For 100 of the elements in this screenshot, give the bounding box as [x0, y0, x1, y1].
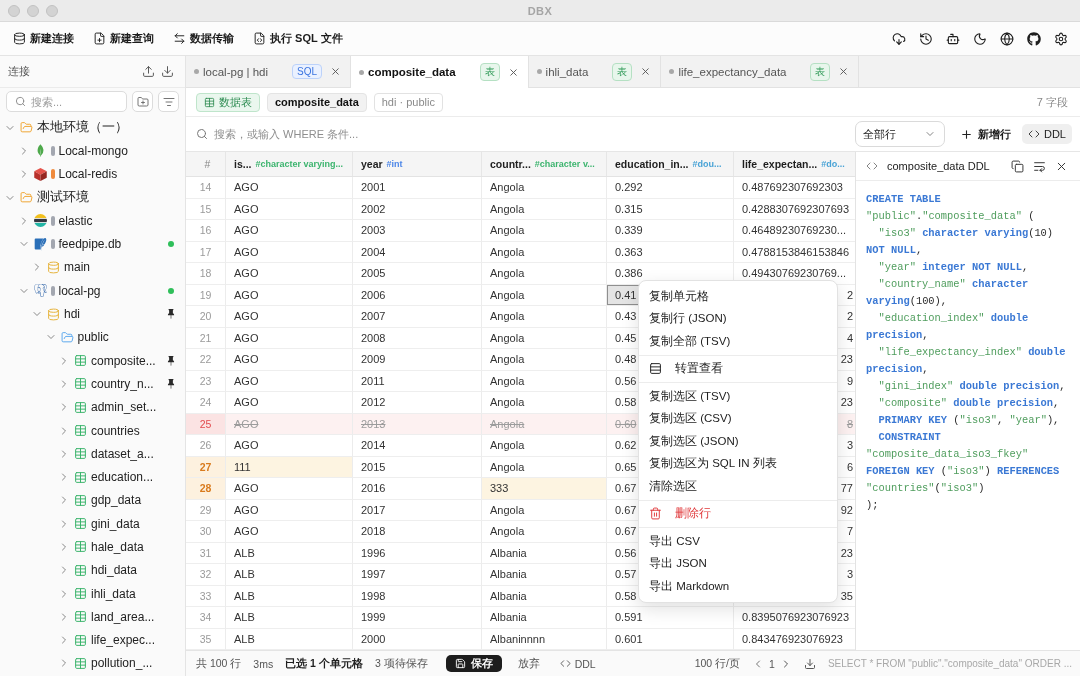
row-count: 共 100 行: [196, 656, 242, 671]
table-cell: Angola: [482, 177, 607, 199]
tree-item[interactable]: life_expec...: [0, 628, 185, 652]
striped-disc-icon: [33, 214, 47, 228]
table-cell: ALB: [226, 542, 353, 564]
toolbar-button[interactable]: 数据传输: [167, 26, 240, 51]
code-line: "gini_index" double precision,: [877, 379, 1067, 394]
tree-item[interactable]: hale_data: [0, 535, 185, 559]
tree-item[interactable]: gini_data: [0, 512, 185, 536]
table-cell: 2017: [353, 499, 482, 521]
row-number: 28: [186, 478, 226, 500]
tree-item[interactable]: land_area...: [0, 605, 185, 629]
close-icon[interactable]: [838, 66, 850, 77]
database-icon: [13, 32, 26, 45]
tab[interactable]: ihli_data 表: [528, 56, 662, 87]
upload-icon[interactable]: [142, 65, 155, 78]
download-icon[interactable]: [161, 65, 174, 78]
download-icon[interactable]: [803, 657, 816, 670]
new-folder-button[interactable]: [132, 91, 153, 112]
window-title: DBX: [527, 4, 553, 17]
row-filter-select[interactable]: 全部行: [855, 121, 945, 147]
table-cell: ALB: [226, 564, 353, 586]
tab[interactable]: composite_data 表: [351, 56, 529, 88]
folder-icon: [20, 191, 33, 205]
type-badge: SQL: [292, 64, 322, 79]
table-cell: Albania: [482, 585, 607, 607]
filter-button[interactable]: [158, 91, 179, 112]
table-icon: [74, 610, 87, 624]
close-icon[interactable]: [640, 66, 652, 77]
add-row-button[interactable]: 新增行: [955, 123, 1016, 145]
selection-info: 已选 1 个单元格: [285, 656, 363, 671]
table-cell: 1998: [353, 585, 482, 607]
tree-item[interactable]: 测试环境: [0, 185, 185, 210]
github-icon[interactable]: [1027, 31, 1041, 46]
tree-item[interactable]: local-pg: [0, 279, 185, 303]
tree-item[interactable]: hdi_data: [0, 558, 185, 582]
column-name[interactable]: life_expectan...: [742, 158, 818, 170]
tree-item[interactable]: main: [0, 255, 185, 280]
table-cell: AGO: [226, 220, 353, 242]
tree-item[interactable]: education...: [0, 465, 185, 489]
wrap-text-icon[interactable]: [1033, 159, 1046, 173]
code-line: precision,: [866, 362, 930, 377]
table-cell: Angola: [482, 241, 607, 263]
tree-item[interactable]: pollution_...: [0, 651, 185, 676]
tree-item[interactable]: gdp_data: [0, 488, 185, 513]
tree-item[interactable]: admin_set...: [0, 395, 185, 419]
ddl-toggle[interactable]: DDL: [1022, 124, 1072, 144]
copy-icon[interactable]: [1011, 159, 1024, 173]
column-name[interactable]: education_in...: [615, 158, 689, 170]
menu-item[interactable]: 转置查看: [639, 357, 837, 380]
table-cell: ALB: [226, 628, 353, 650]
name-chip: composite_data: [267, 92, 367, 112]
menu-item[interactable]: 删除行: [639, 502, 837, 525]
column-name[interactable]: is...: [234, 158, 252, 170]
type-badge: 表: [612, 62, 633, 81]
tree-item[interactable]: ihli_data: [0, 581, 185, 606]
row-number: 31: [186, 542, 226, 564]
tree-item[interactable]: composite...: [0, 348, 185, 373]
tree-item[interactable]: hdi: [0, 302, 185, 326]
tree-item[interactable]: dataset_a...: [0, 442, 185, 466]
table-cell: AGO: [226, 284, 353, 306]
toolbar-button[interactable]: 新建连接: [7, 26, 80, 51]
discard-button[interactable]: 放弃: [513, 656, 544, 671]
tab[interactable]: local-pg | hdi SQL: [186, 56, 351, 87]
settings-icon[interactable]: [1054, 31, 1068, 46]
toolbar-button[interactable]: 新建查询: [87, 26, 160, 51]
tree-item[interactable]: feedpipe.db: [0, 232, 185, 256]
code-line: "country_name" character: [877, 277, 1030, 292]
code-line: PRIMARY KEY ("iso3", "year"),: [877, 413, 1061, 428]
tree-item[interactable]: elastic: [0, 209, 185, 233]
tree-item[interactable]: country_n...: [0, 372, 185, 396]
tree-item[interactable]: countries: [0, 418, 185, 443]
moon-icon[interactable]: [973, 31, 987, 46]
column-type: #character varying...: [255, 159, 344, 169]
table-cell: Albania: [482, 607, 607, 629]
robot-icon[interactable]: [946, 31, 960, 46]
code-line: "life_expectancy_index" double: [877, 345, 1067, 360]
globe-icon[interactable]: [1000, 31, 1014, 46]
elephant-icon: [33, 284, 47, 298]
column-name[interactable]: year: [361, 158, 383, 170]
tree-item[interactable]: public: [0, 325, 185, 349]
search-field[interactable]: 搜索，或输入 WHERE 条件...: [214, 123, 849, 145]
close-icon[interactable]: [330, 66, 341, 77]
ddl-button[interactable]: DDL: [555, 657, 600, 670]
history-icon[interactable]: [919, 31, 933, 46]
code-line: CONSTRAINT: [877, 430, 942, 445]
tree-item[interactable]: 本地环境（一）: [0, 116, 185, 140]
close-icon[interactable]: [507, 66, 519, 78]
table-cell: AGO: [226, 392, 353, 414]
table-cell: Angola: [482, 370, 607, 392]
page-size[interactable]: 100 行/页: [694, 656, 741, 671]
column-name[interactable]: countr...: [490, 158, 531, 170]
toolbar-button[interactable]: 执行 SQL 文件: [247, 26, 349, 51]
table-cell: ALB: [226, 607, 353, 629]
tree-item[interactable]: Local-redis: [0, 162, 185, 186]
cloud-download-icon[interactable]: [892, 31, 906, 46]
save-button[interactable]: 保存: [445, 655, 502, 672]
tree-item[interactable]: Local-mongo: [0, 139, 185, 163]
tab[interactable]: life_expectancy_data 表: [661, 56, 860, 87]
search-field[interactable]: 搜索...: [6, 91, 127, 112]
